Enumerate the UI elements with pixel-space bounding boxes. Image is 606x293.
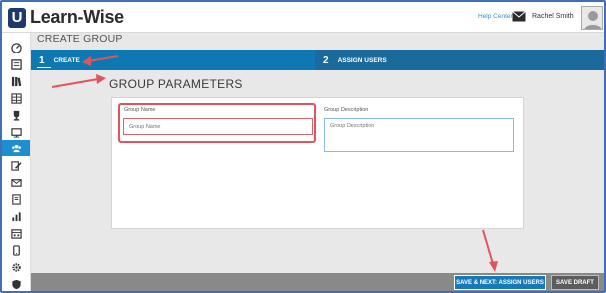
page-title: CREATE GROUP [37, 33, 123, 45]
sidebar [2, 33, 31, 291]
wizard-step-assign-users[interactable]: 2 ASSIGN USERS [315, 50, 604, 70]
section-title: GROUP PARAMETERS [109, 77, 243, 91]
reports-icon [11, 211, 21, 221]
settings-icon [11, 262, 21, 272]
mail-icon [10, 178, 22, 187]
sidebar-item-dashboard[interactable] [2, 39, 30, 55]
user-name[interactable]: Rachel Smith [532, 13, 574, 20]
sidebar-item-certificates[interactable] [2, 191, 30, 207]
courses-icon [10, 58, 22, 70]
dashboard-icon [10, 42, 22, 53]
sidebar-item-groups[interactable] [2, 140, 30, 156]
mobile-icon [12, 244, 20, 256]
sidebar-item-courses[interactable] [2, 56, 30, 72]
save-and-next-button[interactable]: SAVE & NEXT: ASSIGN USERS [454, 275, 546, 290]
sidebar-item-achievements[interactable] [2, 107, 30, 123]
logo-mark: U [8, 7, 26, 28]
logo-text: Learn-Wise [30, 7, 124, 27]
wizard-steps: 1 CREATE 2 ASSIGN USERS [31, 50, 604, 70]
step-label: ASSIGN USERS [337, 56, 387, 64]
wizard-step-create[interactable]: 1 CREATE [31, 50, 293, 70]
save-draft-button[interactable]: SAVE DRAFT [551, 275, 599, 290]
sidebar-item-presentations[interactable] [2, 124, 30, 140]
help-center-link[interactable]: Help Center [478, 13, 513, 20]
mail-icon[interactable] [512, 11, 526, 22]
avatar[interactable] [581, 6, 603, 30]
group-description-label: Group Description [324, 107, 369, 113]
presentation-icon [10, 127, 22, 138]
calendar-icon [10, 228, 22, 239]
catalog-icon [10, 92, 22, 104]
edit-icon [10, 160, 22, 171]
active-step-underline [37, 67, 51, 68]
step-number: 1 [39, 54, 45, 66]
sidebar-item-catalog[interactable] [2, 90, 30, 106]
shield-icon [11, 279, 21, 289]
groups-icon [11, 144, 21, 152]
footer-bar: SAVE & NEXT: ASSIGN USERS SAVE DRAFT [31, 273, 604, 291]
sidebar-item-reports[interactable] [2, 208, 30, 224]
step-number: 2 [323, 54, 329, 66]
library-icon [11, 76, 21, 86]
trophy-icon [13, 110, 19, 121]
group-name-input[interactable] [123, 118, 313, 135]
group-name-label: Group Name [124, 107, 156, 113]
avatar-silhouette-icon [584, 11, 602, 29]
certificate-icon [11, 193, 21, 205]
app-window: U Learn-Wise Help Center Rachel Smith CR… [0, 0, 606, 293]
step-label: CREATE [53, 56, 80, 64]
sidebar-item-security[interactable] [2, 276, 30, 291]
step-divider-arrow [293, 50, 305, 70]
main-content: CREATE GROUP 1 CREATE 2 ASSIGN USERS GRO… [31, 33, 604, 291]
sidebar-item-library[interactable] [2, 73, 30, 89]
logo[interactable]: U Learn-Wise [8, 7, 124, 28]
group-description-input[interactable] [324, 118, 514, 152]
sidebar-item-messages[interactable] [2, 174, 30, 190]
sidebar-item-calendar[interactable] [2, 225, 30, 241]
sidebar-item-settings[interactable] [2, 259, 30, 275]
top-bar: U Learn-Wise Help Center Rachel Smith [2, 2, 604, 33]
sidebar-item-edit[interactable] [2, 157, 30, 173]
group-parameters-panel: Group Name Group Description [111, 97, 524, 229]
sidebar-item-mobile[interactable] [2, 242, 30, 258]
